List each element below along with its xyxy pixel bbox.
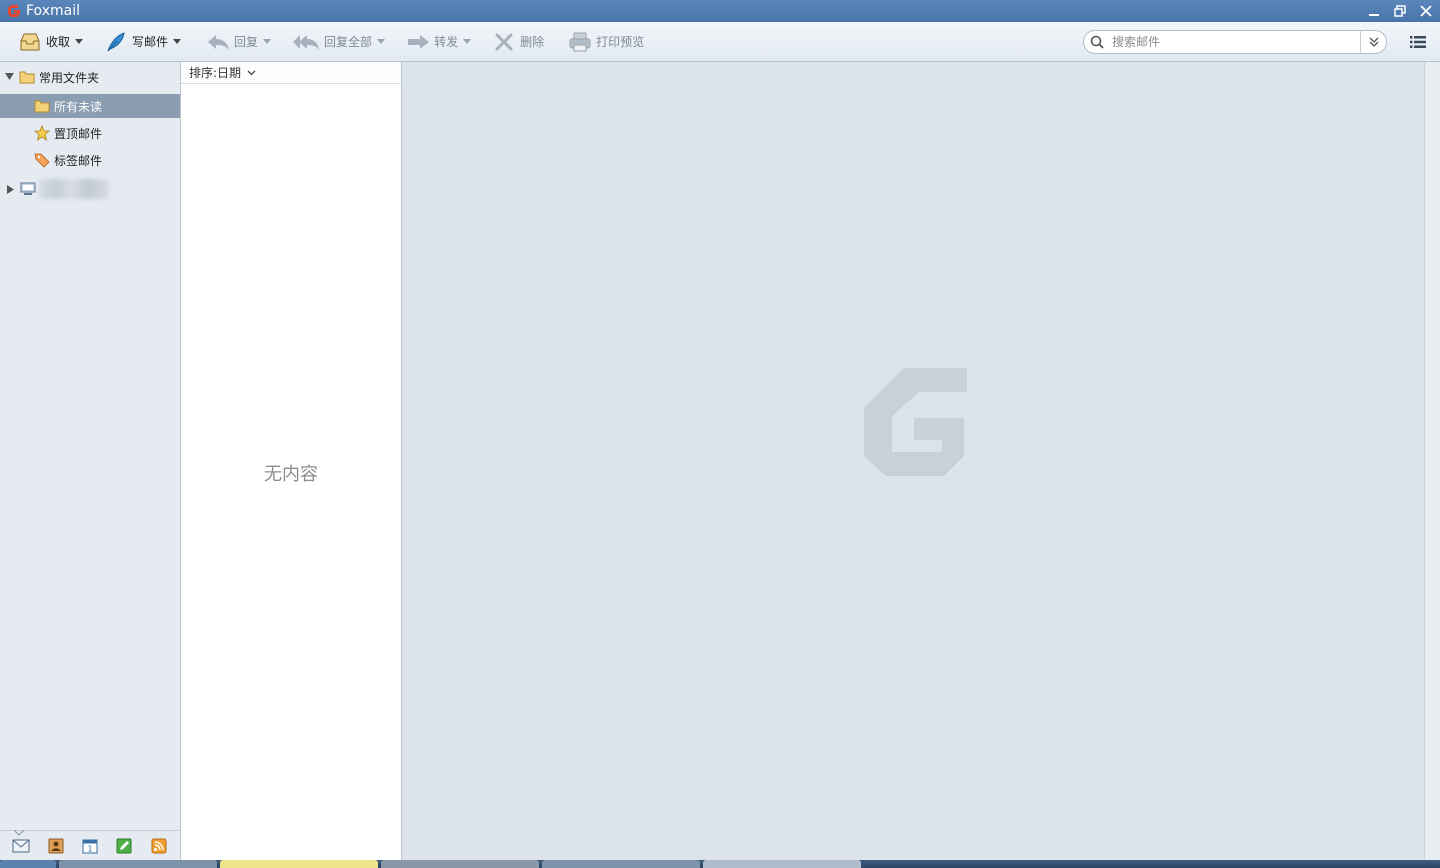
- main-toolbar: 收取 写邮件 回复 回复全部 转发 删除 打印预览 搜索邮件: [0, 22, 1440, 62]
- sidebar-item-label: 所有未读: [54, 99, 103, 114]
- common-folders-label: 常用文件夹: [39, 70, 100, 85]
- chevron-down-icon[interactable]: [172, 37, 182, 47]
- taskbar-item[interactable]: [381, 860, 539, 868]
- taskbar-item[interactable]: [542, 860, 700, 868]
- expand-arrow-icon[interactable]: [4, 72, 14, 82]
- taskbar-item-active[interactable]: [220, 860, 378, 868]
- chevron-down-icon[interactable]: [262, 37, 272, 47]
- receive-button[interactable]: 收取: [12, 27, 90, 57]
- restore-button[interactable]: [1390, 1, 1410, 21]
- delete-label: 删除: [520, 35, 545, 49]
- feather-pen-icon: [104, 30, 128, 54]
- sort-dropdown[interactable]: 排序:日期: [181, 62, 401, 84]
- reply-button[interactable]: 回复: [200, 27, 278, 57]
- collapsed-arrow-icon[interactable]: [5, 184, 15, 194]
- inbox-tray-icon: [18, 30, 42, 54]
- print-preview-button[interactable]: 打印预览: [562, 27, 650, 57]
- forward-label: 转发: [434, 35, 459, 49]
- reply-all-label: 回复全部: [324, 35, 373, 49]
- account-icon: [19, 180, 37, 198]
- collapse-handle[interactable]: [13, 825, 25, 836]
- sidebar-item-label: 置顶邮件: [54, 126, 103, 141]
- start-button[interactable]: [0, 860, 56, 868]
- notes-icon[interactable]: [114, 836, 134, 856]
- reply-all-button[interactable]: 回复全部: [286, 27, 392, 57]
- rss-icon[interactable]: [149, 836, 169, 856]
- window-controls: [1364, 0, 1436, 22]
- os-taskbar: [0, 860, 1440, 868]
- taskbar-item[interactable]: [703, 860, 861, 868]
- reply-arrow-icon: [206, 30, 230, 54]
- sidebar-item-tagged[interactable]: 标签邮件: [0, 148, 180, 172]
- title-bar: Foxmail: [0, 0, 1440, 22]
- delete-x-icon: [492, 30, 516, 54]
- sidebar-item-label: 标签邮件: [54, 153, 103, 168]
- search-box: [1083, 30, 1387, 54]
- reply-label: 回复: [234, 35, 259, 49]
- printer-icon: [568, 30, 592, 54]
- window-title: Foxmail: [26, 3, 80, 19]
- foxmail-logo-icon: [4, 1, 24, 21]
- account-name-blurred: [39, 179, 109, 199]
- tag-icon: [33, 151, 51, 169]
- receive-label: 收取: [46, 35, 71, 49]
- minimize-button[interactable]: [1364, 1, 1384, 21]
- svg-text:1: 1: [87, 844, 92, 853]
- chevron-down-icon[interactable]: [376, 37, 386, 47]
- sidebar-item-pinned[interactable]: 置顶邮件: [0, 121, 180, 145]
- sidebar-item-all-unread[interactable]: 所有未读: [0, 94, 180, 118]
- search-icon: [1086, 31, 1108, 53]
- account-node[interactable]: [0, 177, 180, 201]
- sidebar-bottom-bar: 1: [0, 829, 180, 860]
- chevron-down-icon[interactable]: [74, 37, 84, 47]
- contacts-icon[interactable]: [46, 836, 66, 856]
- common-folders-node[interactable]: 常用文件夹: [0, 65, 180, 89]
- compose-label: 写邮件: [132, 35, 169, 49]
- compose-button[interactable]: 写邮件: [98, 27, 188, 57]
- reply-all-arrow-icon: [292, 30, 320, 54]
- taskbar-item[interactable]: [59, 860, 217, 868]
- close-button[interactable]: [1416, 1, 1436, 21]
- mail-list-pane: 排序:日期 无内容: [181, 62, 402, 860]
- star-icon: [33, 124, 51, 142]
- folder-sidebar: 常用文件夹 所有未读 置顶邮件 标签邮件 1: [0, 62, 181, 860]
- chevron-down-icon[interactable]: [462, 37, 472, 47]
- search-input[interactable]: [1112, 32, 1356, 52]
- print-preview-label: 打印预览: [596, 35, 645, 49]
- delete-button[interactable]: 删除: [486, 27, 550, 57]
- forward-button[interactable]: 转发: [400, 27, 478, 57]
- mail-icon[interactable]: [11, 836, 31, 856]
- folder-icon: [33, 97, 51, 115]
- folder-icon: [18, 68, 36, 86]
- preview-pane: [402, 62, 1424, 860]
- calendar-icon[interactable]: 1: [80, 836, 100, 856]
- forward-arrow-icon: [406, 30, 430, 54]
- chevron-down-icon: [245, 67, 257, 79]
- foxmail-watermark-icon: [864, 368, 967, 476]
- main-menu-button[interactable]: [1407, 32, 1429, 52]
- search-options-button[interactable]: [1360, 30, 1386, 54]
- right-edge-strip: [1424, 62, 1440, 860]
- empty-list-message: 无内容: [264, 464, 318, 485]
- sort-label: 排序:日期: [189, 66, 242, 80]
